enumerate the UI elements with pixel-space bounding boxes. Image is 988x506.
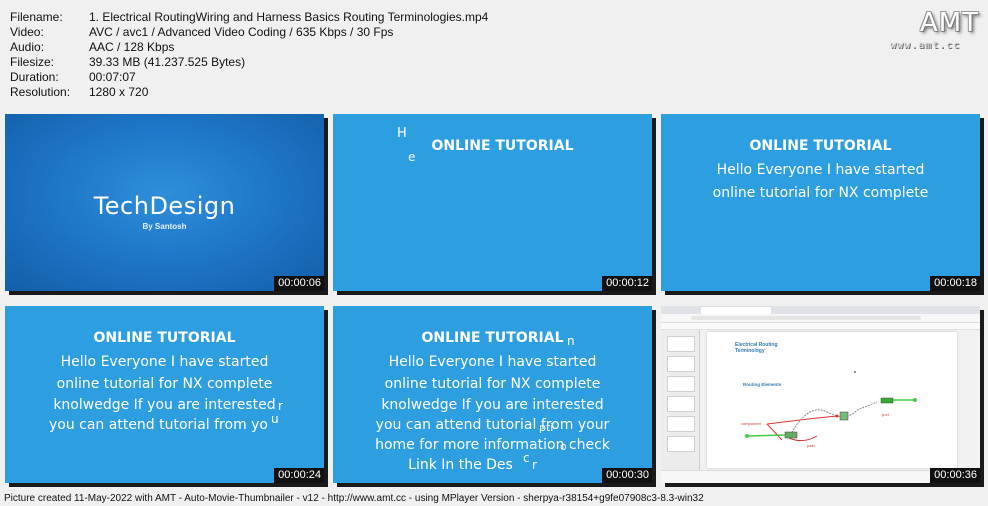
slide-line: online tutorial for NX complete xyxy=(712,185,929,201)
animated-letter: o xyxy=(560,440,567,453)
animated-letter: c xyxy=(523,451,530,465)
slide-thumb xyxy=(667,396,695,412)
diagram-label: component xyxy=(741,421,761,426)
slide-thumb xyxy=(667,356,695,372)
diagram-label: port xyxy=(882,412,889,417)
thumbnail-6[interactable]: Electrical Routing Terminology Routing E… xyxy=(661,306,980,483)
slide-canvas: Electrical Routing Terminology Routing E… xyxy=(707,332,957,468)
diagram-label: path xyxy=(807,443,815,448)
thumbnail-4[interactable]: ONLINE TUTORIAL Hello Everyone I have st… xyxy=(5,306,324,483)
info-key: Audio: xyxy=(10,40,45,54)
routing-diagram xyxy=(745,371,917,442)
info-key: Duration: xyxy=(10,70,59,84)
info-key: Filename: xyxy=(10,10,63,24)
slide-line: online tutorial for NX complete xyxy=(384,376,601,392)
logo-text: AMT xyxy=(920,8,980,38)
footer-credit: Picture created 11-May-2022 with AMT - A… xyxy=(4,493,704,504)
animated-letter: n xyxy=(567,334,575,348)
address-field xyxy=(691,316,921,320)
thumbnail-3[interactable]: ONLINE TUTORIAL Hello Everyone I have st… xyxy=(661,114,980,291)
slide-line: home for more information check xyxy=(375,437,610,453)
slide-line: Link In the Des xyxy=(408,457,513,473)
brand-byline: By Santosh xyxy=(142,222,187,231)
slide-line: Hello Everyone I have started xyxy=(60,354,269,370)
info-value: 39.33 MB (41.237.525 Bytes) xyxy=(89,55,246,69)
menu-bar xyxy=(661,323,980,330)
slide-thumb xyxy=(667,336,695,352)
slide-heading: ONLINE TUTORIAL xyxy=(421,330,564,346)
animated-letter: u xyxy=(271,412,279,426)
browser-tab xyxy=(701,307,771,314)
slide-heading: ONLINE TUTORIAL xyxy=(93,330,236,346)
thumbnail-1[interactable]: TechDesign By Santosh 00:00:06 xyxy=(5,114,324,291)
slide-thumb xyxy=(667,436,695,452)
slide-line: knolwedge If you are interested xyxy=(381,397,604,413)
thumbnail-5[interactable]: ONLINE TUTORIAL n Hello Everyone I have … xyxy=(333,306,652,483)
logo-url: www.amt.cc xyxy=(890,40,961,51)
timestamp: 00:00:06 xyxy=(274,276,324,291)
info-key: Video: xyxy=(10,25,44,39)
animated-letter: r xyxy=(278,399,283,413)
animated-letter: pti xyxy=(539,421,554,434)
info-key: Filesize: xyxy=(10,55,55,69)
slide-line: Hello Everyone I have started xyxy=(388,354,597,370)
slide-line: Hello Everyone I have started xyxy=(716,162,925,178)
timestamp: 00:00:36 xyxy=(930,468,980,483)
amt-logo: AMT www.amt.cc xyxy=(890,4,982,54)
timestamp: 00:00:24 xyxy=(274,468,324,483)
info-value: 1. Electrical RoutingWiring and Harness … xyxy=(89,10,489,24)
slide-panel xyxy=(661,330,700,470)
slide-line: knolwedge If you are interested xyxy=(53,397,276,413)
slide-thumb xyxy=(667,416,695,432)
slide-heading: ONLINE TUTORIAL xyxy=(749,138,892,154)
info-key: Resolution: xyxy=(10,85,71,99)
slide-heading: ONLINE TUTORIAL xyxy=(431,138,574,154)
timestamp: 00:00:18 xyxy=(930,276,980,291)
timestamp: 00:00:30 xyxy=(602,468,652,483)
info-value: 1280 x 720 xyxy=(89,85,149,99)
info-value: AAC / 128 Kbps xyxy=(89,40,175,54)
slide-line: online tutorial for NX complete xyxy=(56,376,273,392)
animated-letter: r xyxy=(532,458,537,472)
thumbnail-2[interactable]: H e ONLINE TUTORIAL 00:00:12 xyxy=(333,114,652,291)
slide-line: you can attend tutorial from your xyxy=(375,417,610,433)
slide-thumb xyxy=(667,376,695,392)
info-value: 00:07:07 xyxy=(89,70,136,84)
brand-title: TechDesign xyxy=(93,192,236,220)
info-value: AVC / avc1 / Advanced Video Coding / 635… xyxy=(89,25,394,39)
timestamp: 00:00:12 xyxy=(602,276,652,291)
